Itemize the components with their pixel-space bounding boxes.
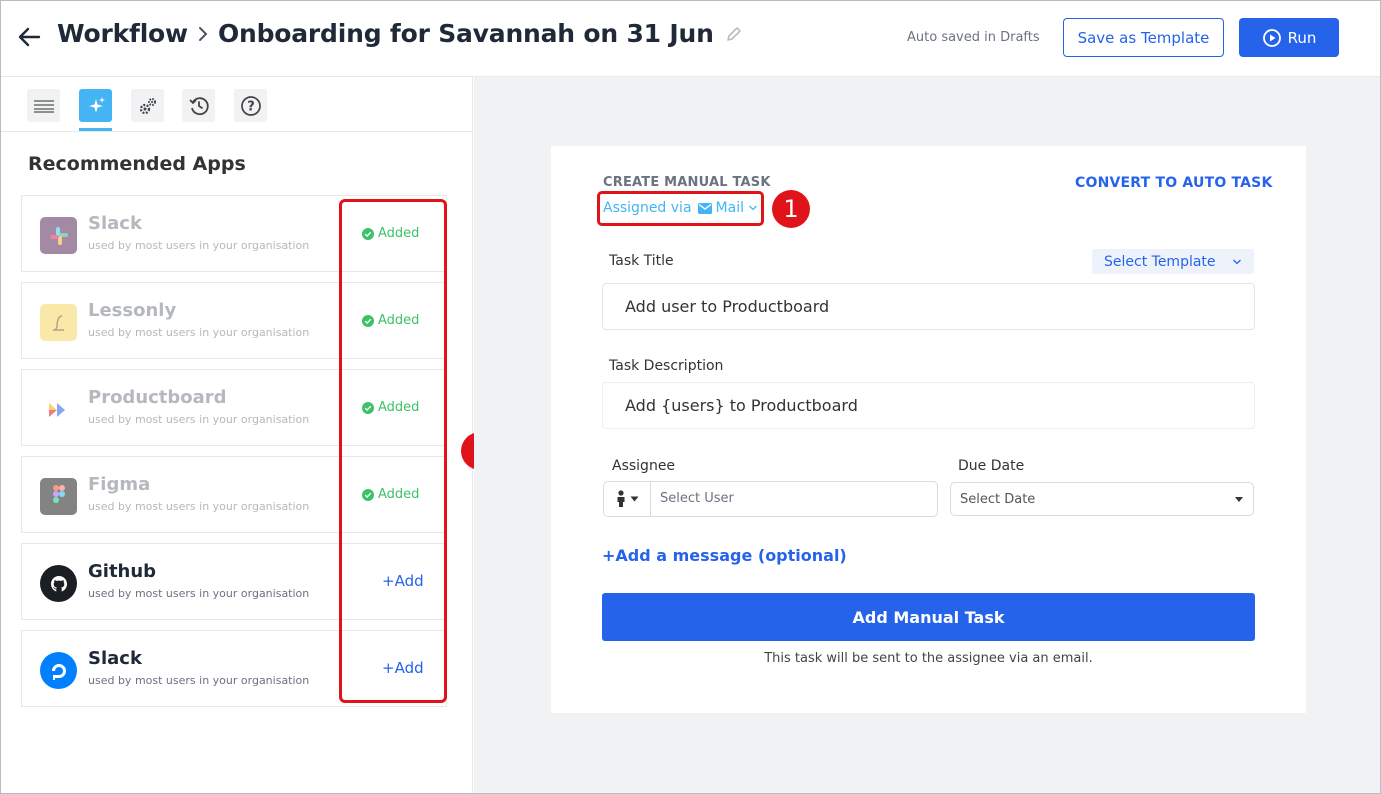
assignee-type-dropdown[interactable] bbox=[604, 482, 651, 516]
select-template-dropdown[interactable]: Select Template bbox=[1092, 249, 1254, 274]
svg-text:?: ? bbox=[247, 99, 255, 114]
app-window: Workflow Onboarding for Savannah on 31 J… bbox=[0, 0, 1381, 794]
task-description-label: Task Description bbox=[609, 358, 724, 374]
caret-down-icon bbox=[630, 496, 638, 502]
help-icon[interactable]: ? bbox=[234, 89, 267, 122]
breadcrumb-root[interactable]: Workflow bbox=[57, 19, 188, 48]
app-name: Slack bbox=[88, 648, 142, 669]
annotation-badge-1: 1 bbox=[772, 190, 810, 228]
due-date-select[interactable]: Select Date bbox=[950, 482, 1254, 516]
chevron-down-icon bbox=[1233, 259, 1241, 265]
panel-toolbar: ? bbox=[1, 77, 473, 132]
app-subtitle: used by most users in your organisation bbox=[88, 413, 310, 426]
github-icon bbox=[40, 565, 77, 602]
breadcrumb: Workflow Onboarding for Savannah on 31 J… bbox=[57, 19, 744, 48]
run-label: Run bbox=[1287, 28, 1317, 47]
lines-icon[interactable] bbox=[27, 89, 60, 122]
gears-icon[interactable] bbox=[131, 89, 164, 122]
slack-icon bbox=[40, 217, 77, 254]
app-name: Slack bbox=[88, 213, 142, 234]
add-message-link[interactable]: +Add a message (optional) bbox=[602, 546, 847, 565]
caret-down-icon bbox=[1235, 497, 1243, 502]
autosave-status: Auto saved in Drafts bbox=[907, 30, 1040, 45]
lessonly-icon bbox=[40, 304, 77, 341]
page-title: Onboarding for Savannah on 31 Jun bbox=[217, 19, 714, 48]
chevron-right-icon bbox=[198, 26, 208, 41]
email-note: This task will be sent to the assignee v… bbox=[764, 651, 1093, 666]
convert-to-auto-task-link[interactable]: CONVERT TO AUTO TASK bbox=[1075, 175, 1273, 191]
sparkle-icon[interactable] bbox=[79, 89, 112, 122]
annotation-highlight-1 bbox=[597, 191, 764, 226]
assignee-input[interactable]: Select User bbox=[660, 491, 734, 506]
active-tab-indicator bbox=[79, 128, 112, 131]
task-title-input[interactable]: Add user to Productboard bbox=[602, 283, 1255, 330]
pencil-icon[interactable] bbox=[724, 24, 744, 44]
run-button[interactable]: Run bbox=[1239, 18, 1339, 57]
annotation-highlight-2 bbox=[339, 199, 447, 703]
add-manual-task-button[interactable]: Add Manual Task bbox=[602, 593, 1255, 641]
save-as-template-button[interactable]: Save as Template bbox=[1063, 18, 1224, 57]
digitalocean-icon bbox=[40, 652, 77, 689]
recommended-apps-title: Recommended Apps bbox=[28, 153, 246, 175]
app-subtitle: used by most users in your organisation bbox=[88, 326, 310, 339]
person-icon bbox=[617, 490, 624, 507]
app-subtitle: used by most users in your organisation bbox=[88, 587, 310, 600]
app-subtitle: used by most users in your organisation bbox=[88, 500, 310, 513]
assignee-label: Assignee bbox=[612, 458, 676, 474]
app-subtitle: used by most users in your organisation bbox=[88, 674, 310, 687]
due-date-value: Select Date bbox=[960, 491, 1036, 507]
app-name: Github bbox=[88, 561, 157, 582]
play-circle-icon bbox=[1262, 28, 1281, 47]
assignee-field[interactable]: Select User bbox=[603, 481, 938, 517]
due-date-label: Due Date bbox=[958, 458, 1025, 474]
app-subtitle: used by most users in your organisation bbox=[88, 239, 310, 252]
app-name: Lessonly bbox=[88, 300, 177, 321]
top-header: Workflow Onboarding for Savannah on 31 J… bbox=[1, 1, 1380, 77]
history-icon[interactable] bbox=[182, 89, 215, 122]
back-arrow-icon[interactable] bbox=[15, 23, 43, 51]
task-description-input[interactable]: Add {users} to Productboard bbox=[602, 382, 1255, 429]
productboard-icon bbox=[40, 391, 77, 428]
task-title-label: Task Title bbox=[609, 253, 674, 269]
create-manual-task-heading: CREATE MANUAL TASK bbox=[603, 175, 771, 190]
figma-icon bbox=[40, 478, 77, 515]
select-template-label: Select Template bbox=[1104, 253, 1216, 270]
app-name: Productboard bbox=[88, 387, 227, 408]
app-name: Figma bbox=[88, 474, 151, 495]
